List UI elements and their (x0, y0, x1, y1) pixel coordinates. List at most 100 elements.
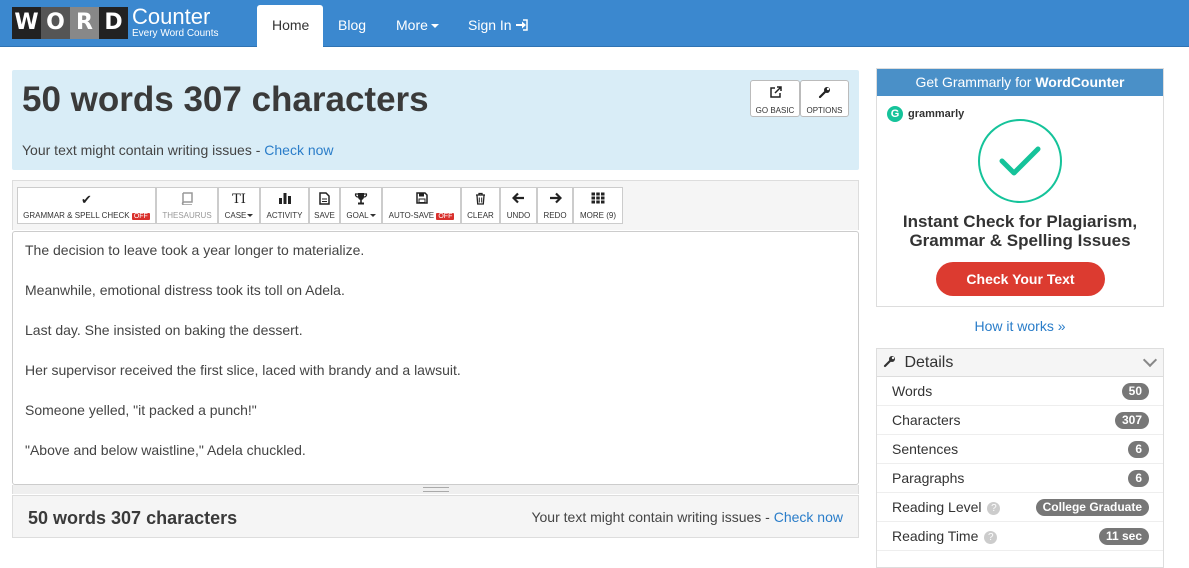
ad-head-site: WordCounter (1035, 74, 1125, 90)
nav-signin-label: Sign In (468, 17, 512, 33)
case-dropdown[interactable]: TI CASE (218, 187, 260, 224)
bottom-stats-bar: 50 words 307 characters Your text might … (12, 495, 859, 538)
word-character-count: 50 words 307 characters (22, 80, 429, 119)
arrow-left-icon (501, 192, 536, 208)
ad-title-line2: Grammar & Spelling Issues (909, 231, 1131, 250)
logo-letter-d: D (99, 7, 128, 39)
grammar-off-badge: OFF (131, 213, 150, 220)
nav-sign-in[interactable]: Sign In (453, 5, 543, 47)
check-your-text-button[interactable]: Check Your Text (936, 262, 1105, 296)
help-question-icon[interactable]: ? (984, 530, 998, 544)
check-now-link[interactable]: Check now (264, 142, 333, 158)
top-navbar: W O R D Counter Every Word Counts Home B… (0, 0, 1189, 47)
text-case-icon: TI (232, 192, 246, 207)
nav-more-dropdown[interactable]: More (381, 5, 454, 47)
text-editor[interactable]: The decision to leave took a year longer… (12, 231, 859, 485)
detail-label: Reading Level (892, 499, 982, 515)
trash-icon (462, 192, 499, 208)
writing-issues-notice: Your text might contain writing issues -… (22, 142, 334, 158)
editor-line: The decision to leave took a year longer… (25, 242, 365, 258)
detail-label: Words (892, 383, 933, 399)
check-circle-icon (978, 119, 1062, 203)
sign-in-icon (515, 17, 529, 33)
save-button[interactable]: SAVE (309, 187, 340, 224)
clear-label: CLEAR (467, 211, 494, 220)
detail-label: Sentences (892, 441, 959, 457)
grammarly-logo-text: grammarly (908, 108, 965, 120)
ad-title-line1: Instant Check for Plagiarism, (902, 212, 1138, 231)
auto-save-label: AUTO-SAVE (388, 211, 435, 220)
detail-value-badge: 307 (1114, 412, 1149, 429)
help-question-icon[interactable]: ? (987, 501, 1001, 515)
detail-value-badge: 6 (1128, 470, 1149, 487)
trophy-icon (341, 192, 381, 208)
details-title: Details (904, 354, 954, 371)
bottom-issues-notice: Your text might contain writing issues -… (531, 509, 843, 525)
auto-save-off-badge: OFF (436, 213, 455, 220)
undo-button[interactable]: UNDO (500, 187, 537, 224)
editor-line: Meanwhile, emotional distress took its t… (25, 282, 345, 298)
goal-dropdown[interactable]: GOAL (340, 187, 382, 224)
thesaurus-button[interactable]: THESAURUS (156, 187, 218, 224)
case-label: CASE (224, 211, 247, 220)
grammarly-logo: Ggrammarly (887, 106, 964, 122)
grip-icon (423, 487, 449, 492)
undo-label: UNDO (506, 211, 531, 220)
more-tools-button[interactable]: MORE (9) (573, 187, 623, 224)
detail-row-sentences: Sentences 6 (877, 435, 1163, 464)
ad-title: Instant Check for Plagiarism, Grammar & S… (877, 212, 1163, 250)
arrow-right-icon (538, 192, 572, 208)
detail-value-badge: College Graduate (1035, 499, 1149, 516)
how-it-works-link[interactable]: How it works » (876, 318, 1164, 334)
grammar-spell-check-button[interactable]: ✔ GRAMMAR & SPELL CHECK OFF (17, 187, 156, 224)
logo-letter-w: W (12, 7, 41, 39)
detail-value-badge: 50 (1121, 383, 1149, 400)
detail-row-paragraphs: Paragraphs 6 (877, 464, 1163, 493)
editor-resize-handle[interactable] (12, 485, 859, 494)
detail-label: Reading Time (892, 528, 979, 544)
auto-save-button[interactable]: AUTO-SAVE OFF (382, 187, 461, 224)
go-basic-label: GO BASIC (755, 106, 795, 115)
detail-row-words: Words 50 (877, 377, 1163, 406)
redo-button[interactable]: REDO (537, 187, 573, 224)
chevron-down-icon[interactable] (1142, 352, 1158, 368)
grammar-label: GRAMMAR & SPELL CHECK (23, 211, 130, 220)
grid-icon (574, 192, 622, 208)
detail-row-reading-level: Reading Level ? College Graduate (877, 493, 1163, 522)
options-button[interactable]: OPTIONS (800, 80, 849, 117)
details-header[interactable]: Details (877, 349, 1163, 377)
nav-home[interactable]: Home (257, 5, 323, 47)
site-logo[interactable]: W O R D Counter Every Word Counts (12, 3, 219, 40)
grammarly-ad[interactable]: Get Grammarly for WordCounter Ggrammarly… (876, 68, 1164, 307)
checkmark-icon: ✔ (81, 192, 92, 207)
activity-button[interactable]: ACTIVITY (260, 187, 309, 224)
grammarly-g-icon: G (887, 106, 903, 122)
bar-chart-icon (261, 192, 308, 208)
logo-brand: Counter (132, 3, 211, 29)
logo-tagline: Every Word Counts (132, 27, 219, 39)
detail-label: Paragraphs (892, 470, 965, 486)
bottom-check-now-link[interactable]: Check now (774, 509, 843, 525)
book-icon (157, 192, 217, 208)
detail-row-characters: Characters 307 (877, 406, 1163, 435)
detail-label: Characters (892, 412, 961, 428)
ad-head-pre: Get (915, 74, 942, 90)
nav-more-label: More (396, 17, 428, 33)
logo-letter-r: R (70, 7, 99, 39)
nav-blog[interactable]: Blog (323, 5, 381, 47)
go-basic-button[interactable]: GO BASIC (750, 80, 800, 117)
detail-row-reading-time: Reading Time ? 11 sec (877, 522, 1163, 551)
editor-toolbar: ✔ GRAMMAR & SPELL CHECK OFF THESAURUS TI… (12, 180, 859, 230)
more-tools-label: MORE (9) (580, 211, 616, 220)
detail-value-badge: 6 (1128, 441, 1149, 458)
detail-value-badge: 11 sec (1098, 528, 1149, 545)
editor-line: Someone yelled, "it packed a punch!" (25, 402, 257, 418)
bottom-word-count: 50 words 307 characters (28, 508, 238, 528)
caret-down-icon (369, 214, 376, 218)
activity-label: ACTIVITY (266, 211, 303, 220)
caret-down-icon (247, 214, 254, 218)
details-panel: Details Words 50 Characters 307 Sentences 6… (876, 348, 1164, 568)
save-label: SAVE (314, 211, 335, 220)
clear-button[interactable]: CLEAR (461, 187, 500, 224)
stats-panel: 50 words 307 characters Your text might … (12, 70, 859, 170)
